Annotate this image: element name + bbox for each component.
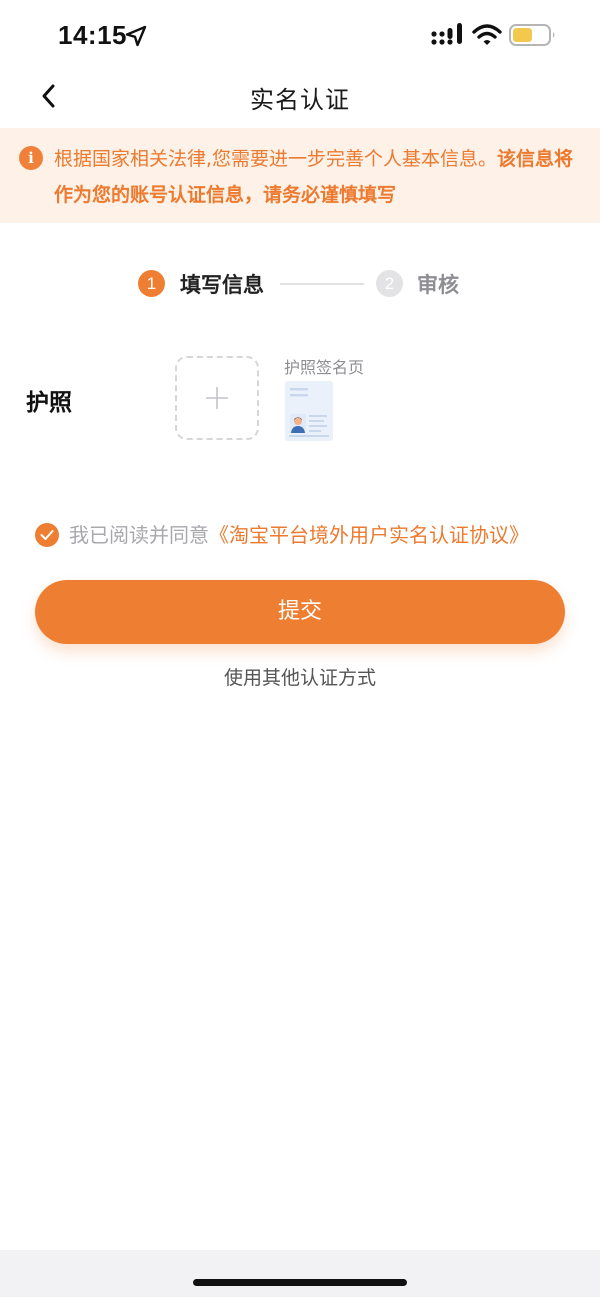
other-method-link[interactable]: 使用其他认证方式 [0, 663, 600, 690]
passport-sample-caption: 护照签名页 [284, 358, 365, 377]
passport-label: 护照 [26, 390, 72, 416]
agreement-checkbox[interactable] [35, 523, 59, 547]
status-bar: 14:15 [0, 0, 600, 70]
step-1-label: 填写信息 [180, 273, 264, 297]
submit-button[interactable]: 提交 [35, 580, 565, 644]
notice-text: 根据国家相关法律,您需要进一步完善个人基本信息。该信息将作为您的账号认证信息，请… [54, 141, 574, 213]
notice-text-normal: 根据国家相关法律,您需要进一步完善个人基本信息。 [54, 148, 498, 170]
bottom-bar [0, 1250, 600, 1297]
step-2-label: 审核 [417, 273, 459, 297]
page-title: 实名认证 [250, 86, 350, 114]
step-1-number: 1 [138, 270, 165, 297]
agreement-link[interactable]: 《淘宝平台境外用户实名认证协议》 [209, 523, 529, 547]
passport-upload-button[interactable] [175, 356, 259, 440]
checkmark-icon [40, 530, 54, 540]
agreement-prefix: 我已阅读并同意 [69, 523, 209, 547]
location-arrow-icon [125, 25, 147, 47]
agreement-text: 我已阅读并同意《淘宝平台境外用户实名认证协议》 [69, 519, 529, 548]
cellular-signal-icon [431, 23, 462, 45]
step-connector [280, 283, 364, 285]
wifi-icon [472, 24, 502, 45]
battery-icon [509, 24, 555, 46]
passport-sample-icon[interactable] [285, 381, 333, 441]
step-2-number: 2 [376, 270, 403, 297]
info-icon: i [19, 146, 43, 170]
home-indicator[interactable] [193, 1279, 407, 1286]
page: 14:15 实名认证 i 根据国家相关法律,您需要进一步完善个人基本信息。该信息… [0, 0, 600, 1297]
nav-bar: 实名认证 [0, 70, 600, 126]
status-time: 14:15 [58, 20, 127, 50]
plus-icon [206, 387, 228, 409]
